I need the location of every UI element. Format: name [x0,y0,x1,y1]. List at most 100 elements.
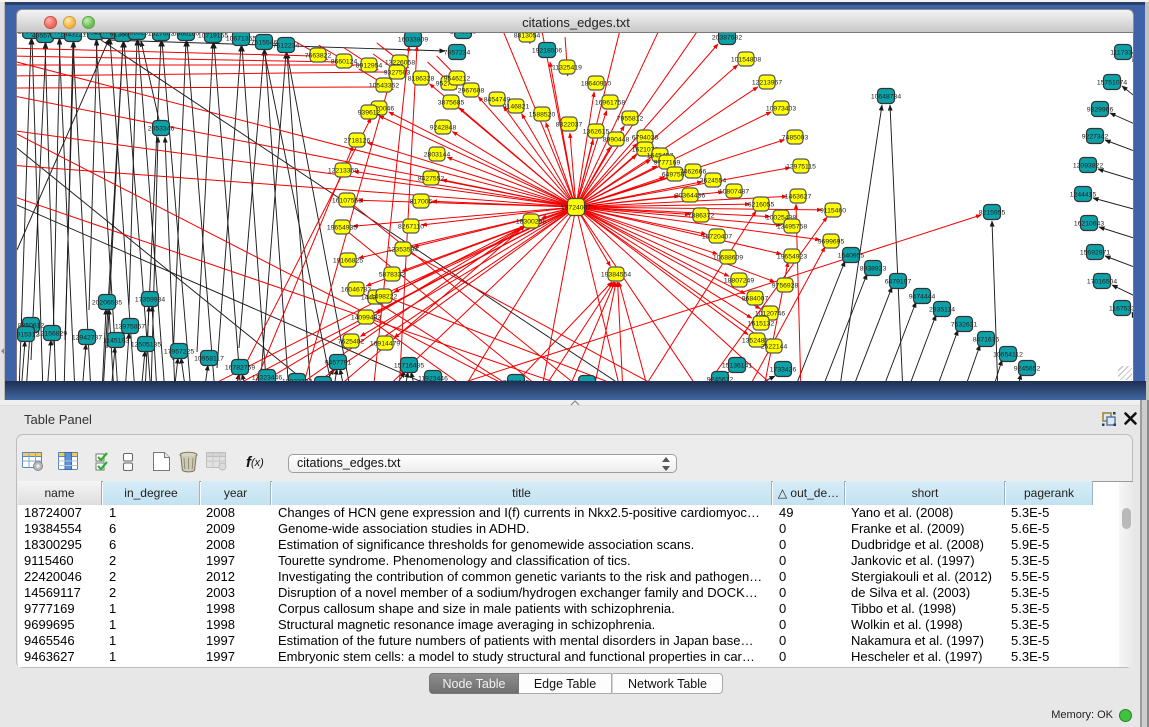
svg-text:17957225: 17957225 [164,349,194,356]
svg-text:10807487: 10807487 [719,189,749,196]
svg-text:9699695: 9699695 [818,239,845,246]
svg-text:6966160: 6966160 [173,33,200,38]
svg-text:8471676: 8471676 [973,337,1000,344]
svg-text:9684007: 9684007 [742,296,769,303]
svg-text:12353594: 12353594 [388,247,418,254]
svg-text:16210643: 16210643 [1074,221,1104,228]
svg-text:15716485: 15716485 [394,363,424,370]
svg-text:20387682: 20387682 [712,35,742,42]
svg-text:1588520: 1588520 [529,112,556,119]
svg-text:10543362: 10543362 [369,83,399,90]
svg-text:12093822: 12093822 [1073,163,1103,170]
svg-text:8186328: 8186328 [408,76,435,83]
svg-text:10654112: 10654112 [993,352,1023,359]
svg-text:9242848: 9242848 [430,125,457,132]
svg-text:12213967: 12213967 [752,80,782,87]
svg-text:12975115: 12975115 [786,164,816,171]
svg-text:2935114: 2935114 [929,307,955,314]
svg-text:8215955: 8215955 [979,210,1006,217]
svg-text:1640955: 1640955 [838,253,865,260]
svg-text:10932322: 10932322 [282,379,312,382]
svg-text:1167533: 1167533 [1109,306,1134,313]
svg-text:11923446: 11923446 [418,376,448,382]
svg-text:16914479: 16914479 [370,341,400,348]
svg-text:12156829: 12156829 [37,331,67,338]
svg-text:6479197: 6479197 [885,279,912,286]
svg-text:12323446: 12323446 [252,375,282,382]
svg-text:15720407: 15720407 [702,234,732,241]
svg-text:1463627: 1463627 [785,194,812,201]
svg-text:1943323: 1943323 [450,33,477,36]
svg-text:16033809: 16033809 [398,37,428,44]
svg-text:10648784: 10648784 [871,94,901,101]
svg-text:939612: 939612 [358,110,381,117]
svg-text:10973403: 10973403 [766,106,796,113]
svg-text:9245672: 9245672 [707,377,734,382]
svg-text:(x): (x) [251,457,264,469]
svg-text:9031245: 9031245 [503,380,530,382]
svg-text:8427552: 8427552 [418,176,445,183]
svg-text:15692971: 15692971 [1080,250,1110,257]
svg-text:9756928: 9756928 [772,283,799,290]
svg-text:2718126: 2718126 [344,138,371,145]
svg-text:13495758: 13495758 [777,224,807,231]
svg-text:8267110: 8267110 [398,224,424,231]
svg-text:7462666: 7462666 [680,169,707,176]
svg-text:15751074: 15751074 [1097,80,1127,87]
svg-text:1527602: 1527602 [148,33,175,38]
svg-text:8938923: 8938923 [860,266,887,273]
svg-text:1498222: 1498222 [371,294,398,301]
svg-text:19654923: 19654923 [777,254,807,261]
svg-text:2053346: 2053346 [148,126,175,133]
svg-text:18640910: 18640910 [581,81,611,88]
svg-text:12213369: 12213369 [328,168,358,175]
svg-text:6216055: 6216055 [748,202,775,209]
svg-text:12505135: 12505135 [131,342,161,349]
svg-text:7512234: 7512234 [273,43,300,50]
svg-text:18807249: 18807249 [724,278,754,285]
svg-text:10958117: 10958117 [194,356,224,363]
svg-text:9474444: 9474444 [909,294,936,301]
svg-text:1615132: 1615132 [748,321,775,328]
svg-text:2967608: 2967608 [458,88,485,95]
svg-text:8912954: 8912954 [356,63,383,70]
svg-text:17359934: 17359934 [135,297,165,304]
svg-text:9546212: 9546212 [444,76,471,83]
svg-text:8660124: 8660124 [331,59,358,66]
svg-text:1117334: 1117334 [1110,50,1134,57]
svg-text:6794028: 6794028 [632,135,659,142]
svg-text:20206535: 20206535 [92,300,122,307]
svg-text:8813054: 8813054 [514,33,541,40]
svg-text:9115460: 9115460 [820,208,846,215]
svg-text:1145193: 1145193 [103,338,129,345]
svg-text:10154808: 10154808 [731,57,761,64]
svg-text:2522144: 2522144 [761,344,788,351]
svg-text:16046783: 16046783 [341,287,371,294]
svg-text:17016504: 17016504 [1087,279,1117,286]
svg-text:1244415: 1244415 [1070,192,1097,199]
svg-text:7955812: 7955812 [617,116,644,123]
svg-text:12942737: 12942737 [72,335,102,342]
svg-text:7625402: 7625402 [338,339,365,346]
svg-text:2803144: 2803144 [424,152,451,159]
svg-text:7886372: 7886372 [688,213,715,220]
svg-text:19166825: 19166825 [333,258,363,265]
svg-text:8322037: 8322037 [556,122,583,129]
svg-text:9457791: 9457791 [325,360,352,367]
svg-text:8454749: 8454749 [484,97,511,104]
svg-text:9227342: 9227342 [1082,134,1109,141]
svg-text:1295114: 1295114 [574,381,600,382]
svg-text:10688609: 10688609 [713,255,743,262]
svg-text:1362615: 1362615 [583,129,610,136]
svg-text:19384554: 19384554 [601,272,631,279]
svg-text:18724007: 18724007 [561,205,591,212]
svg-text:14099483: 14099483 [351,315,381,322]
svg-text:11325419: 11325419 [552,65,582,72]
svg-text:18300295: 18300295 [516,219,546,226]
svg-text:7663822: 7663822 [305,53,332,60]
svg-text:9146821: 9146821 [503,104,530,111]
svg-text:15136141: 15136141 [722,363,752,370]
svg-text:7857234: 7857234 [444,50,471,57]
svg-text:8990448: 8990448 [603,137,630,144]
svg-text:817006: 817006 [410,199,433,206]
